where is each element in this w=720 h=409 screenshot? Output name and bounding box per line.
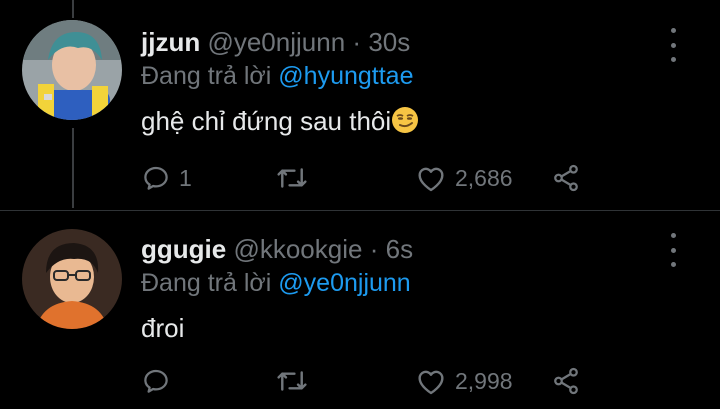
mention-link[interactable]: @hyungttae [278, 62, 413, 90]
display-name[interactable]: jjzun [141, 27, 200, 57]
separator: · [369, 234, 379, 264]
tweet[interactable]: ggugie @kkookgie · 6s Đang trả lời @ye0n… [0, 210, 720, 409]
tweet-body: ggugie @kkookgie · 6s Đang trả lời @ye0n… [141, 233, 700, 345]
retweet-icon [277, 168, 307, 188]
user-handle[interactable]: @kkookgie [233, 234, 362, 264]
smirking-face-emoji-icon [391, 106, 419, 142]
more-options-icon[interactable] [666, 233, 680, 267]
heart-icon [418, 370, 444, 395]
tweet-text: đroi [141, 313, 185, 343]
user-handle[interactable]: @ye0njjunn [207, 27, 345, 57]
separator: · [352, 27, 362, 57]
tweet-actions: 1 2,686 [141, 158, 700, 198]
more-options-icon[interactable] [666, 28, 680, 62]
reply-icon [144, 369, 168, 393]
reply-button[interactable]: 1 [141, 158, 192, 198]
tweet[interactable]: jjzun @ye0njjunn · 30s Đang trả lời @hyu… [0, 0, 720, 210]
display-name[interactable]: ggugie [141, 234, 226, 264]
replying-to-label: Đang trả lời [141, 269, 272, 297]
share-button[interactable] [551, 361, 581, 401]
reply-icon [144, 166, 168, 190]
like-count: 2,686 [455, 164, 513, 191]
like-button[interactable]: 2,998 [415, 361, 513, 401]
share-icon [554, 367, 578, 395]
retweet-button[interactable] [275, 361, 317, 401]
tweet-text: ghệ chỉ đứng sau thôi [141, 104, 700, 142]
share-icon [554, 164, 578, 192]
reply-count: 1 [179, 164, 192, 191]
avatar[interactable] [22, 229, 122, 329]
replying-to-label: Đang trả lời [141, 62, 272, 90]
tweet-body: jjzun @ye0njjunn · 30s Đang trả lời @hyu… [141, 26, 700, 142]
avatar[interactable] [22, 20, 122, 120]
mention-link[interactable]: @ye0njjunn [278, 269, 410, 297]
tweet-text-content: ghệ chỉ đứng sau thôi [141, 106, 392, 136]
like-button[interactable]: 2,686 [415, 158, 513, 198]
replying-to: Đang trả lời @ye0njjunn [141, 267, 700, 299]
reply-button[interactable] [141, 361, 179, 401]
timestamp[interactable]: 30s [368, 27, 410, 57]
like-count: 2,998 [455, 367, 513, 394]
retweet-icon [277, 371, 307, 391]
tweet-actions: 2,998 [141, 361, 700, 401]
retweet-button[interactable] [275, 158, 317, 198]
heart-icon [418, 167, 444, 192]
tweet-header: ggugie @kkookgie · 6s [141, 233, 700, 265]
replying-to: Đang trả lời @hyungttae [141, 60, 700, 92]
thread-connector [72, 128, 74, 208]
share-button[interactable] [551, 158, 581, 198]
tweet-header: jjzun @ye0njjunn · 30s [141, 26, 700, 58]
timestamp[interactable]: 6s [386, 234, 413, 264]
